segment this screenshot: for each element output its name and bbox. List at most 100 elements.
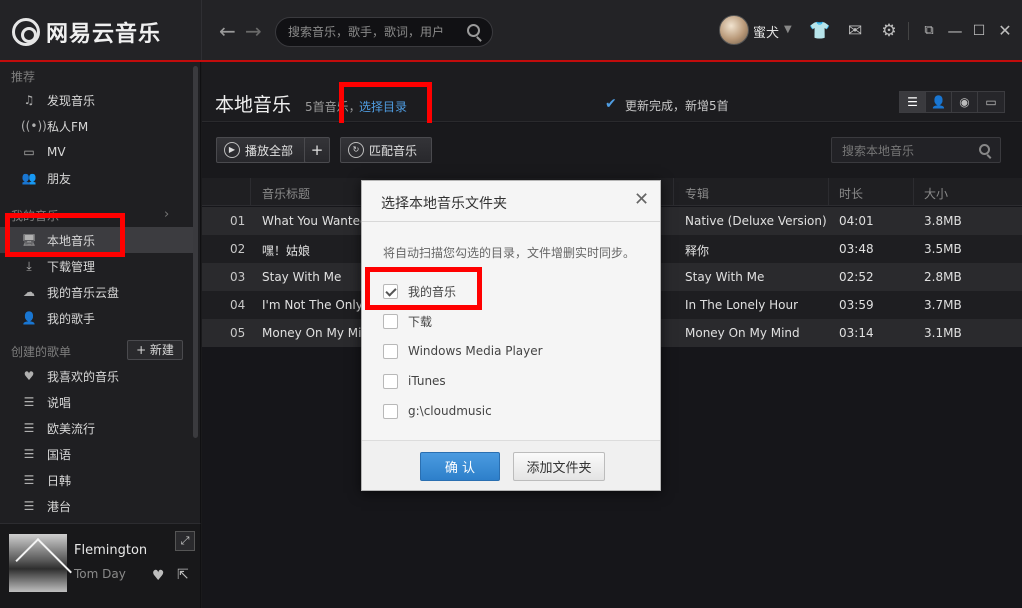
folder-option-wmp[interactable]: Windows Media Player <box>383 342 543 360</box>
column-header-size[interactable]: 大小 <box>924 185 948 202</box>
section-title-recommend: 推荐 <box>11 70 36 84</box>
sidebar-item-label: 朋友 <box>47 171 72 186</box>
column-divider <box>913 178 914 206</box>
sidebar-item-fm[interactable]: ((•)) 私人FM <box>0 113 193 139</box>
main-header: 本地音乐 5首音乐， 选择目录 ✔ 更新完成，新增5首 ☰ 👤 ◉ ▭ <box>202 62 1022 130</box>
local-search-input[interactable] <box>842 142 972 159</box>
back-arrow-icon[interactable]: ← <box>219 20 236 42</box>
minimize-icon[interactable]: — <box>944 20 966 42</box>
checkbox[interactable] <box>383 403 398 419</box>
add-folder-button[interactable]: 添加文件夹 <box>513 452 605 481</box>
section-title-my-music: 我的音乐 <box>11 209 60 223</box>
app-logo[interactable]: 网易云音乐 <box>12 16 161 48</box>
sidebar-item-liked[interactable]: ♥ 我喜欢的音乐 <box>0 363 193 389</box>
sidebar-item-playlist[interactable]: ☰ 港台 <box>0 493 193 519</box>
sidebar-item-playlist[interactable]: ☰ 日韩 <box>0 467 193 493</box>
window-controls-divider <box>908 22 909 40</box>
check-icon: ✔ <box>605 96 617 112</box>
album-view-icon[interactable]: ◉ <box>952 92 978 112</box>
now-playing-panel: Flemington Tom Day ⤢ ♥ ⇱ <box>0 523 201 608</box>
checkbox[interactable] <box>383 373 398 389</box>
now-playing-artist[interactable]: Tom Day <box>74 567 126 581</box>
share-icon[interactable]: ⇱ <box>177 567 189 583</box>
row-size: 3.5MB <box>924 242 962 256</box>
row-index: 01 <box>230 214 246 228</box>
global-search <box>275 17 493 47</box>
row-album[interactable]: 释你 <box>685 242 709 259</box>
expand-icon[interactable]: ⤢ <box>175 531 195 551</box>
close-icon[interactable]: ✕ <box>994 20 1016 42</box>
list-view-icon[interactable]: ☰ <box>900 92 926 112</box>
choose-directory-link[interactable]: 选择目录 <box>359 98 407 115</box>
folder-option-my-music[interactable]: 我的音乐 <box>383 282 456 300</box>
sidebar-item-playlist[interactable]: ☰ 欧美流行 <box>0 415 193 441</box>
column-divider <box>673 178 674 206</box>
sidebar-item-mv[interactable]: ▭ MV <box>0 139 193 165</box>
sidebar-item-friends[interactable]: 👥 朋友 <box>0 165 193 191</box>
folder-label: 我的音乐 <box>408 284 457 299</box>
folder-option-cloudmusic[interactable]: g:\cloudmusic <box>383 402 492 420</box>
search-icon[interactable] <box>467 24 480 37</box>
sidebar-item-downloads[interactable]: ⤓ 下载管理 <box>0 253 193 279</box>
album-cover[interactable] <box>9 534 67 592</box>
sidebar-item-playlist[interactable]: ☰ 说唱 <box>0 389 193 415</box>
column-header-title[interactable]: 音乐标题 <box>262 185 310 202</box>
row-index: 04 <box>230 298 246 312</box>
column-header-album[interactable]: 专辑 <box>685 185 709 202</box>
sidebar-item-playlist[interactable]: ☰ 国语 <box>0 441 193 467</box>
checkbox[interactable] <box>383 313 398 329</box>
sidebar-item-label: 发现音乐 <box>47 93 96 108</box>
heart-icon[interactable]: ♥ <box>152 568 165 584</box>
forward-arrow-icon[interactable]: → <box>245 20 262 42</box>
sidebar-item-cloud[interactable]: ☁ 我的音乐云盘 <box>0 279 193 305</box>
sidebar-scrollbar[interactable] <box>193 66 198 438</box>
play-all-button[interactable]: ▶ 播放全部 <box>216 137 316 163</box>
mini-mode-icon[interactable]: ⧉ <box>918 20 940 42</box>
sidebar-item-label: 我的音乐云盘 <box>47 285 120 300</box>
column-divider <box>828 178 829 206</box>
now-playing-title[interactable]: Flemington <box>74 543 147 558</box>
checkbox[interactable] <box>383 283 398 299</box>
folder-label: iTunes <box>408 374 446 388</box>
new-playlist-button[interactable]: + 新建 <box>127 340 183 360</box>
row-duration: 03:48 <box>839 242 874 256</box>
close-icon[interactable]: ✕ <box>634 190 649 210</box>
row-index: 05 <box>230 326 246 340</box>
column-header-duration[interactable]: 时长 <box>839 185 863 202</box>
view-mode-switcher: ☰ 👤 ◉ ▭ <box>899 91 1005 113</box>
artist-view-icon[interactable]: 👤 <box>926 92 952 112</box>
avatar[interactable] <box>719 15 749 45</box>
folder-option-itunes[interactable]: iTunes <box>383 372 446 390</box>
play-all-label: 播放全部 <box>245 143 294 158</box>
gear-icon[interactable]: ⚙ <box>878 20 900 42</box>
folder-option-downloads[interactable]: 下载 <box>383 312 432 330</box>
skin-shirt-icon[interactable]: 👕 <box>809 20 831 42</box>
global-search-input[interactable] <box>288 23 458 41</box>
row-album[interactable]: Money On My Mind <box>685 326 800 340</box>
row-album[interactable]: Native (Deluxe Version) <box>685 214 827 228</box>
maximize-icon[interactable]: ☐ <box>968 20 990 42</box>
folder-view-icon[interactable]: ▭ <box>978 92 1004 112</box>
mail-icon[interactable]: ✉ <box>844 20 866 42</box>
checkbox[interactable] <box>383 343 398 359</box>
row-duration: 03:14 <box>839 326 874 340</box>
row-album[interactable]: In The Lonely Hour <box>685 298 798 312</box>
row-album[interactable]: Stay With Me <box>685 270 764 284</box>
confirm-button[interactable]: 确 认 <box>420 452 500 481</box>
folder-label: 下载 <box>408 314 433 329</box>
sidebar-item-local-music[interactable]: 🖥 本地音乐 <box>0 227 193 253</box>
dialog-footer: 确 认 添加文件夹 <box>362 440 660 490</box>
match-music-button[interactable]: ↻ 匹配音乐 <box>340 137 432 163</box>
match-music-label: 匹配音乐 <box>369 143 418 158</box>
sidebar-item-discover[interactable]: ♫ 发现音乐 <box>0 87 193 113</box>
username[interactable]: 蜜犬 <box>753 22 779 41</box>
tv-icon: ▭ <box>23 145 35 159</box>
sidebar-item-my-artists[interactable]: 👤 我的歌手 <box>0 305 193 331</box>
chevron-down-icon[interactable]: ▼ <box>784 24 792 35</box>
folder-label: Windows Media Player <box>408 344 543 358</box>
add-to-playlist-button[interactable]: + <box>304 137 330 163</box>
chevron-right-icon[interactable]: › <box>164 207 169 222</box>
search-icon[interactable] <box>979 144 990 155</box>
sidebar-item-label: 我喜欢的音乐 <box>47 369 120 384</box>
section-title-created-playlists: 创建的歌单 <box>11 345 72 359</box>
